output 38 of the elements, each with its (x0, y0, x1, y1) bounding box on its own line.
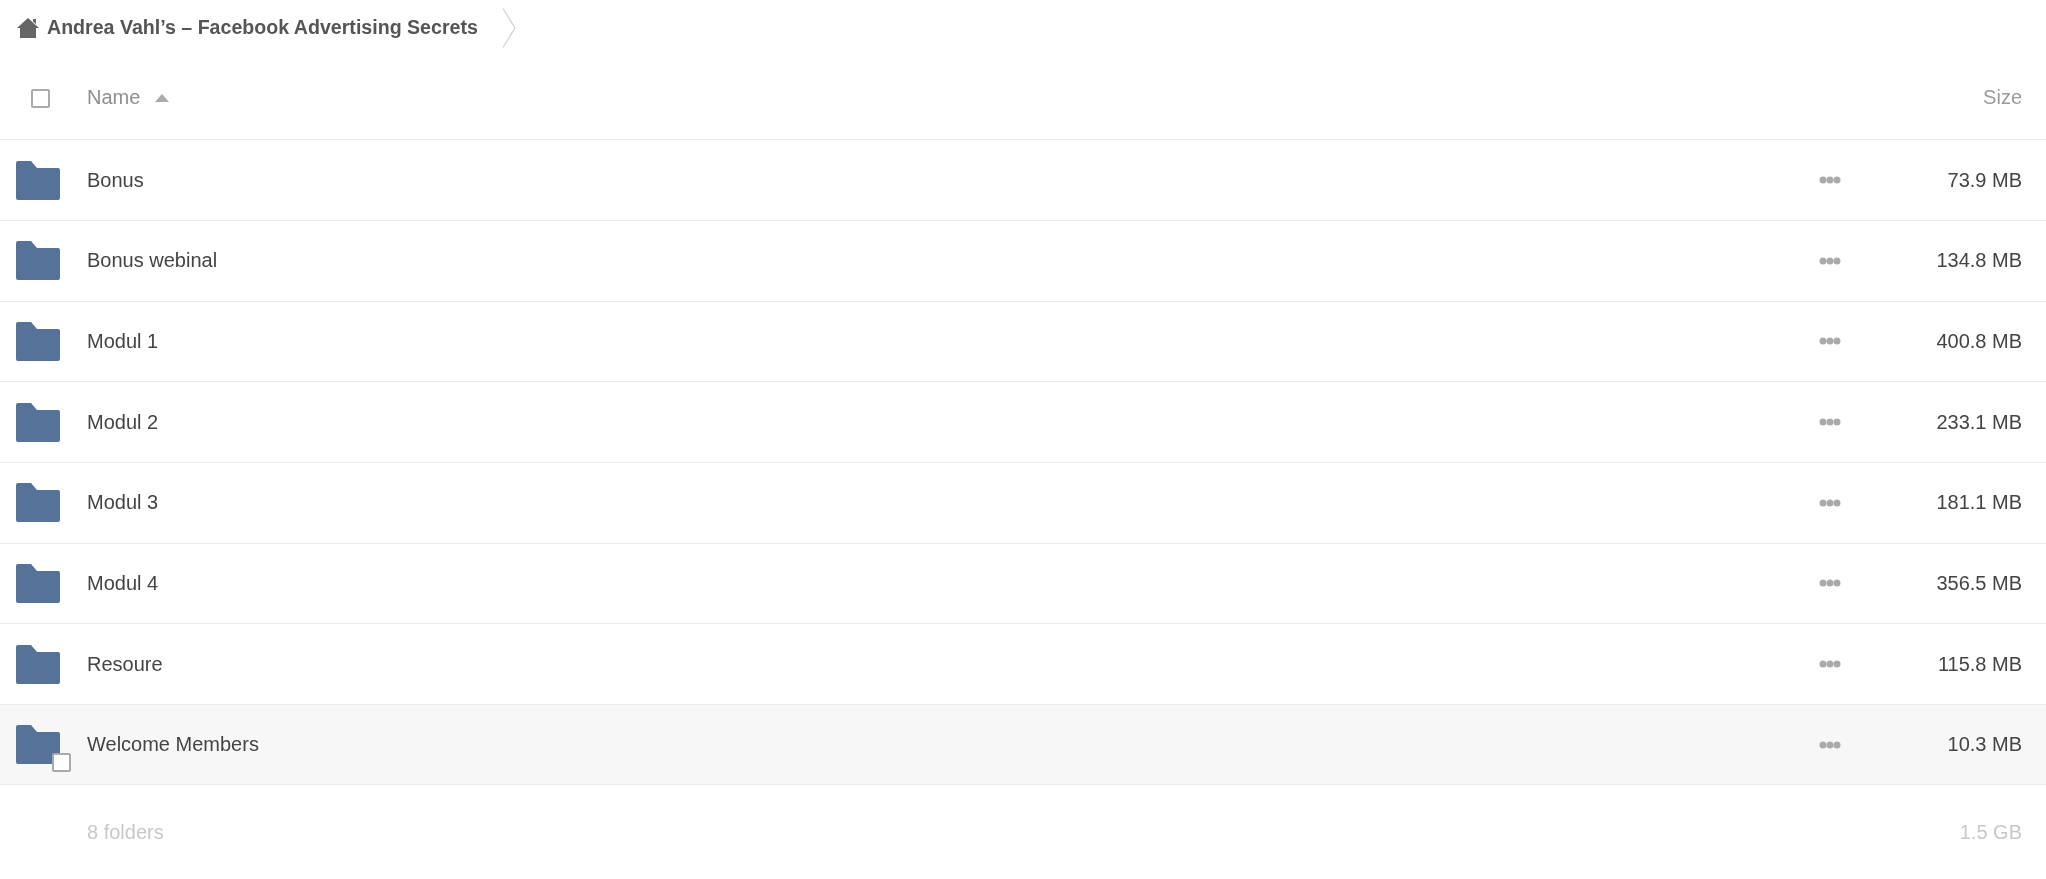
folder-name[interactable]: Modul 1 (87, 329, 159, 353)
more-options-icon[interactable] (1819, 337, 1841, 346)
folder-icon (16, 321, 60, 361)
more-options-icon[interactable] (1819, 579, 1841, 588)
folder-icon (16, 160, 60, 200)
more-options-icon[interactable] (1819, 256, 1841, 265)
folder-icon (16, 644, 60, 684)
folder-size: 73.9 MB (1947, 168, 2022, 192)
folder-name[interactable]: Bonus webinal (87, 249, 218, 273)
folder-size: 400.8 MB (1936, 329, 2022, 353)
folder-size: 134.8 MB (1936, 249, 2022, 273)
row-checkbox[interactable] (52, 753, 71, 773)
folder-size: 115.8 MB (1937, 652, 2022, 676)
more-options-icon[interactable] (1819, 660, 1841, 668)
folder-name[interactable]: Modul 4 (87, 571, 159, 595)
folder-name[interactable]: Modul 3 (87, 491, 159, 515)
folder-icon (16, 241, 60, 281)
folder-row[interactable]: Welcome Members 10.3 MB (0, 704, 2046, 786)
home-icon[interactable] (16, 16, 40, 39)
folder-name[interactable]: Welcome Members (87, 733, 259, 757)
folder-icon (16, 402, 60, 442)
folder-size: 10.3 MB (1947, 733, 2022, 757)
more-options-icon[interactable] (1819, 418, 1841, 427)
folder-icon (16, 483, 60, 523)
more-options-icon[interactable] (1819, 176, 1841, 185)
more-options-icon[interactable] (1819, 740, 1841, 749)
select-all-checkbox[interactable] (31, 89, 50, 109)
breadcrumb-link[interactable]: Andrea Vahl’s – Facebook Advertising Secrets (47, 16, 478, 40)
folder-size: 356.5 MB (1936, 571, 2022, 595)
folder-name[interactable]: Modul 2 (87, 410, 159, 434)
folder-icon (16, 563, 60, 603)
chevron-icon (501, 7, 516, 48)
folder-name[interactable]: Resoure (87, 652, 163, 676)
folder-name[interactable]: Bonus (87, 168, 144, 192)
more-options-icon[interactable] (1819, 498, 1841, 507)
folder-icon (16, 725, 60, 765)
folder-size: 233.1 MB (1936, 410, 2022, 434)
folder-size: 181.1 MB (1936, 491, 2022, 515)
